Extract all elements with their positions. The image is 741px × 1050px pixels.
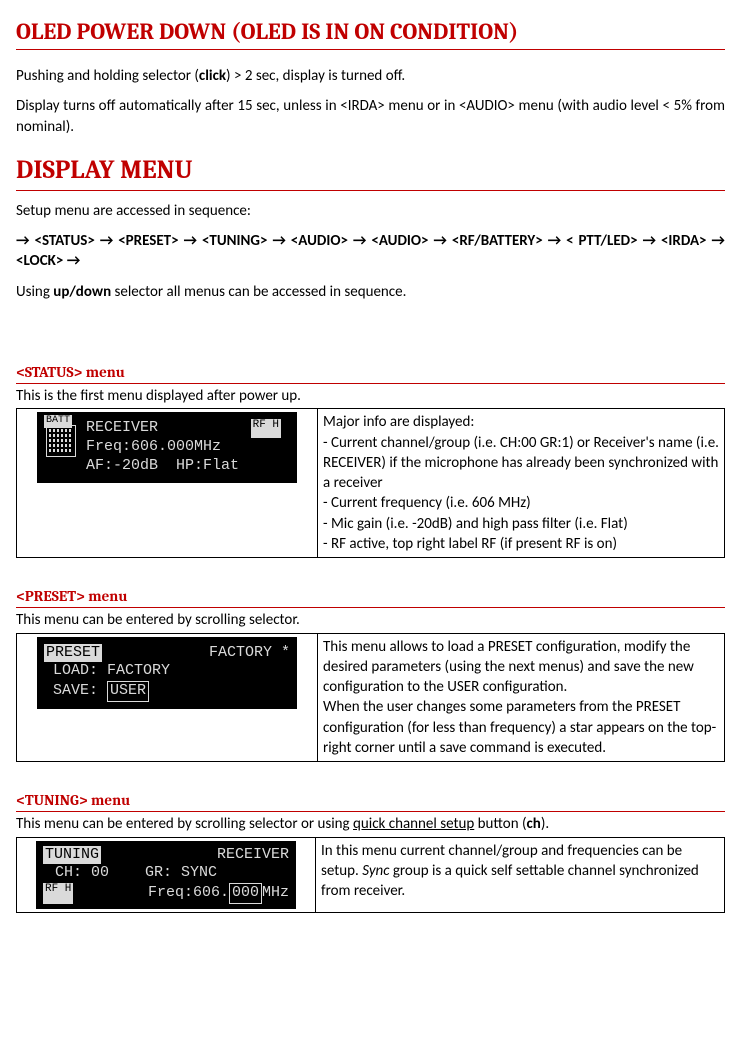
lcd-load-value: FACTORY — [107, 662, 170, 679]
text-tuning-intro: This menu can be entered by scrolling se… — [16, 814, 725, 834]
preset-desc-cell: This menu allows to load a PRESET config… — [318, 633, 725, 762]
heading-preset-menu: <PRESET> menu — [16, 586, 725, 608]
tuning-table: TUNING RECEIVER CH: 00 GR: SYNC RF H Fre… — [16, 837, 725, 913]
lcd-ch-gr-line: CH: 00 GR: SYNC — [43, 864, 289, 883]
battery-icon: BATT — [44, 419, 80, 457]
menu-sequence: → <STATUS> → <PRESET> → <TUNING> → <AUDI… — [16, 231, 725, 272]
tuning-lcd: TUNING RECEIVER CH: 00 GR: SYNC RF H Fre… — [36, 841, 296, 909]
preset-table: PRESET FACTORY * LOAD: FACTORY SAVE: USE… — [16, 633, 725, 763]
paragraph-setup-intro: Setup menu are accessed in sequence: — [16, 201, 725, 221]
heading-display-menu: DISPLAY MENU — [16, 153, 725, 191]
text-status-intro: This is the first menu displayed after p… — [16, 386, 725, 406]
preset-lcd: PRESET FACTORY * LOAD: FACTORY SAVE: USE… — [37, 637, 297, 709]
lcd-load: LOAD: — [53, 662, 98, 679]
lcd-af-line: AF:-20dB HP:Flat — [86, 457, 281, 476]
tuning-lcd-cell: TUNING RECEIVER CH: 00 GR: SYNC RF H Fre… — [17, 837, 316, 912]
text-italic: Sync — [362, 862, 389, 880]
lcd-tuning-label: TUNING — [43, 846, 101, 865]
heading-oled-power-down: OLED POWER DOWN (OLED IS IN ON CONDITION… — [16, 16, 725, 50]
text: button ( — [474, 815, 526, 833]
lcd-rf-label: RF H — [43, 883, 73, 904]
paragraph-auto-off: Display turns off automatically after 15… — [16, 96, 725, 137]
text: This menu can be entered by scrolling se… — [16, 815, 353, 833]
lcd-preset-label: PRESET — [44, 644, 102, 663]
lcd-save: SAVE: — [53, 682, 98, 699]
text: ) > 2 sec, display is turned off. — [226, 67, 405, 85]
text: ). — [541, 815, 549, 833]
text: Using — [16, 283, 53, 301]
lcd-freq-a: Freq:606. — [139, 884, 229, 901]
paragraph-push-hold: Pushing and holding selector (click) > 2… — [16, 66, 725, 86]
lcd-freq-box: 000 — [229, 883, 262, 904]
text-preset-intro: This menu can be entered by scrolling se… — [16, 610, 725, 630]
heading-tuning-menu: <TUNING> menu — [16, 790, 725, 812]
status-desc-cell: Major info are displayed: - Current chan… — [318, 409, 725, 558]
lcd-freq-line: Freq:606.000MHz — [86, 438, 281, 457]
text-bold: click — [199, 67, 226, 85]
tuning-desc-cell: In this menu current channel/group and f… — [316, 837, 725, 912]
lcd-receiver: RECEIVER — [86, 419, 158, 438]
text-underline: quick channel setup — [353, 815, 474, 833]
status-table: BATT RECEIVER RF H — [16, 408, 725, 558]
lcd-rf-label: RF H — [251, 419, 281, 438]
status-lcd: BATT RECEIVER RF H — [37, 412, 297, 482]
text: selector all menus can be accessed in se… — [111, 283, 406, 301]
lcd-receiver: RECEIVER — [217, 846, 289, 865]
text-bold: up/down — [53, 283, 111, 301]
text-bold: ch — [527, 815, 541, 833]
paragraph-updown: Using up/down selector all menus can be … — [16, 282, 725, 302]
preset-lcd-cell: PRESET FACTORY * LOAD: FACTORY SAVE: USE… — [17, 633, 318, 762]
status-lcd-cell: BATT RECEIVER RF H — [17, 409, 318, 558]
lcd-factory-star: FACTORY * — [209, 644, 290, 663]
lcd-save-value: USER — [107, 681, 149, 702]
heading-status-menu: <STATUS> menu — [16, 362, 725, 384]
text: Pushing and holding selector ( — [16, 67, 199, 85]
lcd-freq-c: MHz — [262, 884, 289, 901]
